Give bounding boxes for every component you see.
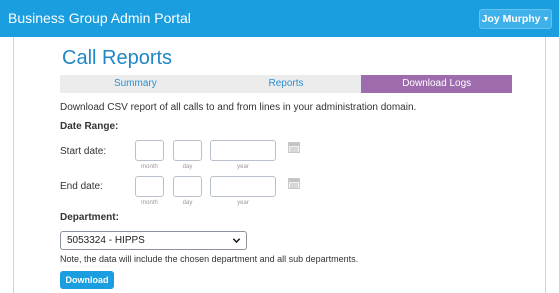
chevron-down-icon — [232, 238, 241, 244]
department-note: Note, the data will include the chosen d… — [60, 254, 359, 264]
date-range-heading: Date Range: — [60, 121, 119, 132]
start-day-hint: day — [182, 164, 193, 170]
start-calendar-icon[interactable] — [288, 142, 300, 153]
download-button[interactable]: Download — [60, 271, 114, 289]
app-title: Business Group Admin Portal — [8, 10, 191, 26]
tab-reports[interactable]: Reports — [210, 75, 362, 93]
tab-summary[interactable]: Summary — [60, 75, 211, 93]
start-year-input[interactable] — [210, 140, 276, 161]
department-select[interactable]: 5053324 - HIPPS — [60, 231, 247, 250]
end-year-hint: year — [237, 200, 249, 206]
end-month-hint: month — [141, 200, 158, 206]
department-heading: Department: — [60, 212, 119, 223]
end-calendar-icon[interactable] — [288, 178, 300, 189]
content-border-left — [13, 37, 14, 293]
end-year-input[interactable] — [210, 176, 276, 197]
start-date-label: Start date: — [60, 146, 107, 157]
end-day-input[interactable] — [173, 176, 202, 197]
department-selected-value: 5053324 - HIPPS — [67, 235, 145, 246]
user-name: Joy Murphy — [481, 13, 541, 25]
end-date-label: End date: — [60, 181, 103, 192]
tab-download-logs[interactable]: Download Logs — [361, 75, 513, 93]
start-month-hint: month — [141, 164, 158, 170]
page-title: Call Reports — [62, 47, 173, 69]
report-description: Download CSV report of all calls to and … — [60, 102, 417, 113]
top-bar: Business Group Admin Portal Joy Murphy ▼ — [0, 0, 559, 37]
caret-down-icon: ▼ — [542, 16, 550, 23]
user-menu-button[interactable]: Joy Murphy ▼ — [479, 9, 552, 29]
end-day-hint: day — [182, 200, 193, 206]
start-year-hint: year — [237, 164, 249, 170]
content-border-right — [545, 37, 546, 293]
start-month-input[interactable] — [135, 140, 164, 161]
end-month-input[interactable] — [135, 176, 164, 197]
start-day-input[interactable] — [173, 140, 202, 161]
report-tabs: Summary Reports Download Logs — [60, 75, 513, 93]
